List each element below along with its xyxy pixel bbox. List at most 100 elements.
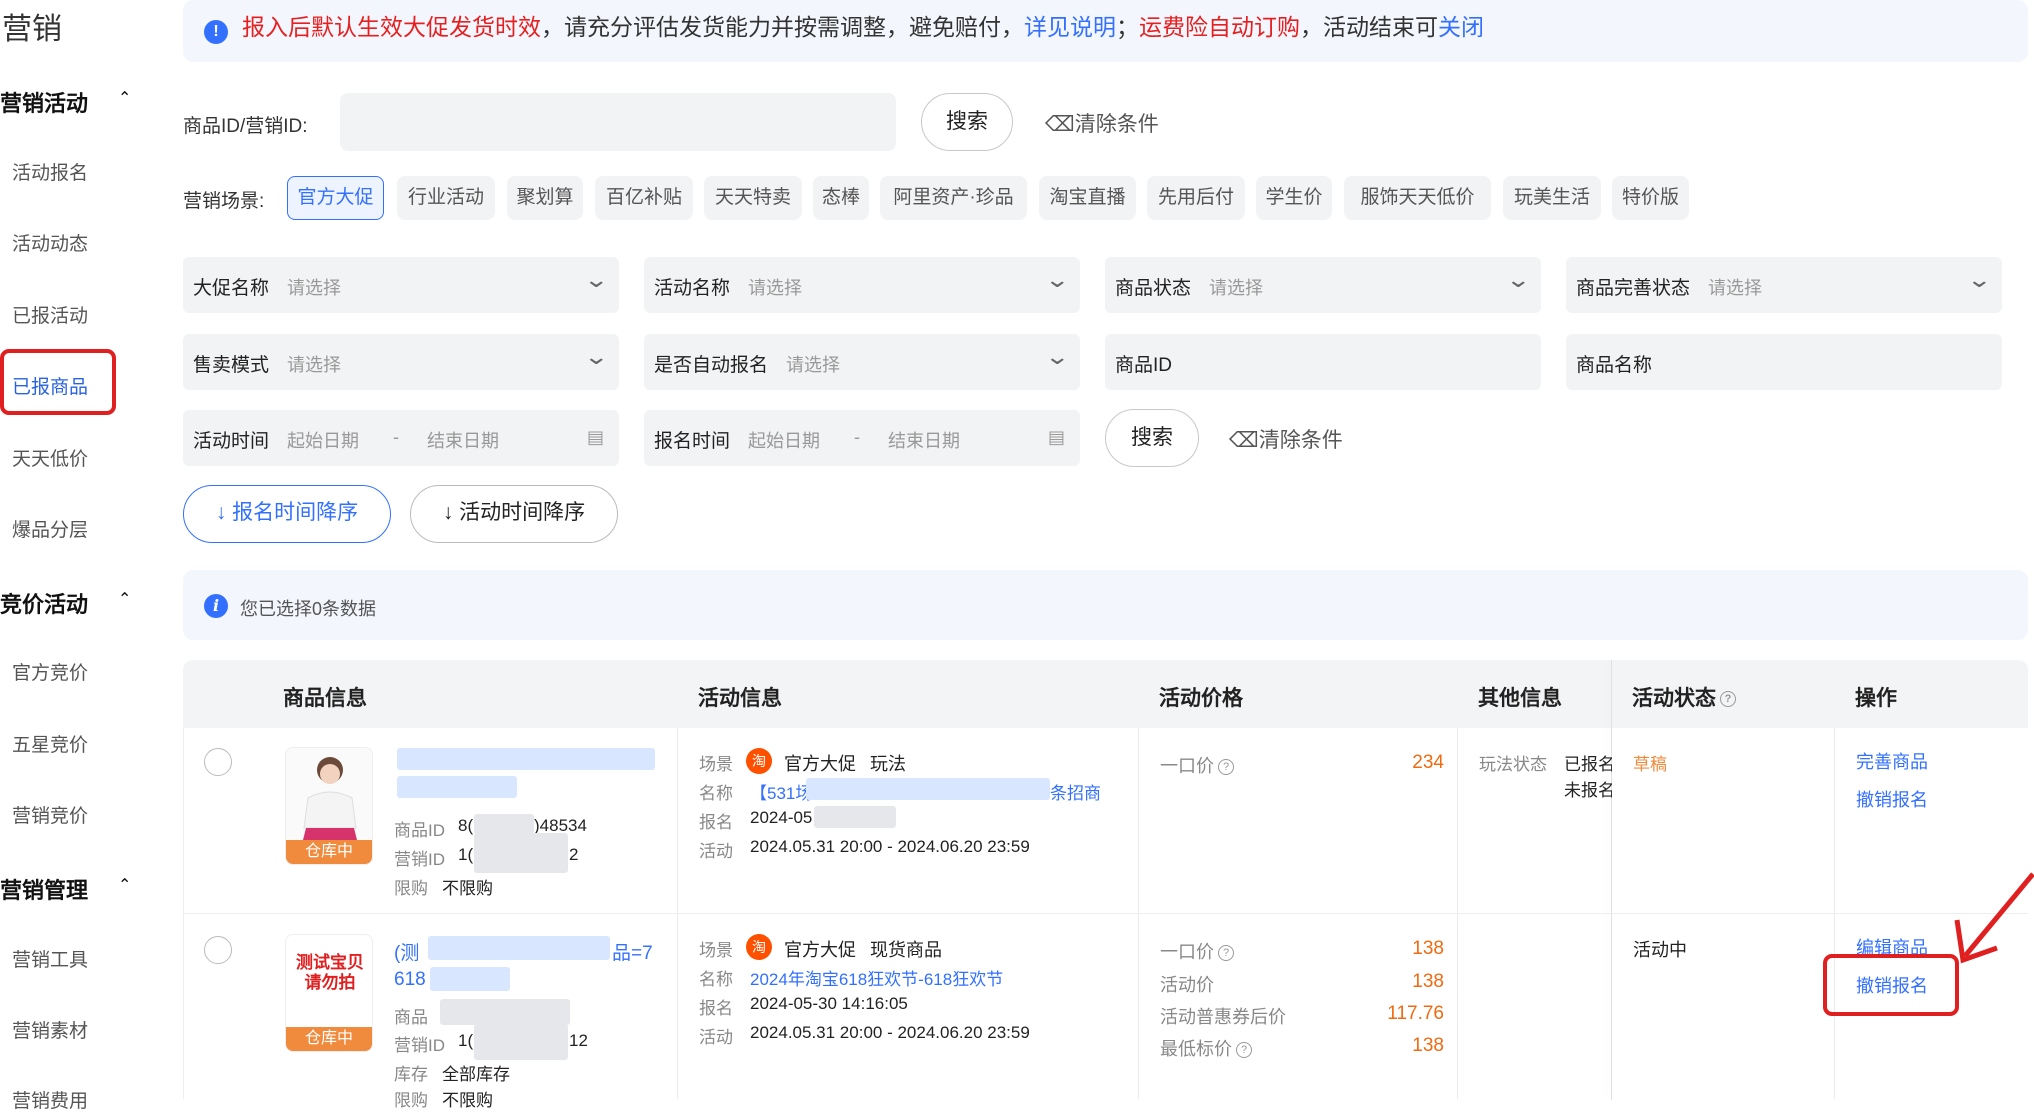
activity-name-link[interactable]: 【531场 bbox=[750, 779, 812, 804]
help-icon[interactable]: ? bbox=[1218, 945, 1234, 962]
clear-conditions-button[interactable]: ⌫清除条件 bbox=[1045, 108, 1159, 138]
scene-chip-student[interactable]: 学生价 bbox=[1256, 176, 1332, 220]
item-status-label: 商品状态 bbox=[1115, 278, 1192, 299]
status-badge: 活动中 bbox=[1633, 940, 1687, 960]
scene-chip-ali-assets[interactable]: 阿里资产·珍品 bbox=[880, 176, 1027, 220]
filter-search-button[interactable]: 搜索 bbox=[1105, 409, 1199, 467]
activity-name-select[interactable]: 活动名称 请选择 ⌄ bbox=[644, 257, 1080, 313]
signup-time-end[interactable]: 结束日期 bbox=[888, 427, 960, 453]
sidebar: 营销 营销活动 ⌃ 活动报名 活动动态 已报活动 已报商品 天天低价 爆品分层 … bbox=[0, 0, 150, 1112]
help-icon[interactable]: ? bbox=[1218, 759, 1234, 776]
scene-chip-special-edition[interactable]: 特价版 bbox=[1612, 176, 1689, 220]
item-title-redacted[interactable] bbox=[397, 776, 517, 798]
chevron-up-icon[interactable]: ⌃ bbox=[118, 589, 131, 609]
sale-mode-label: 售卖模式 bbox=[193, 355, 270, 376]
sidebar-group-bidding[interactable]: 竞价活动 bbox=[0, 587, 88, 619]
scene-chip-taibang[interactable]: 态棒 bbox=[813, 176, 869, 220]
sort-activity-time-desc-button[interactable]: ↓ 活动时间降序 bbox=[410, 485, 618, 543]
help-icon[interactable]: ? bbox=[1720, 691, 1736, 708]
row-select-radio[interactable] bbox=[204, 748, 232, 776]
item-title-redacted[interactable] bbox=[430, 967, 510, 991]
sort-signup-time-desc-button[interactable]: ↓ 报名时间降序 bbox=[183, 485, 391, 543]
item-complete-label: 商品完善状态 bbox=[1576, 278, 1691, 299]
sidebar-item-marketing-bidding[interactable]: 营销竞价 bbox=[12, 801, 88, 828]
calendar-icon[interactable]: ▤ bbox=[1048, 427, 1065, 448]
item-thumbnail[interactable]: 仓库中 bbox=[285, 747, 373, 865]
activity-name-link[interactable]: 2024年淘宝618狂欢节-618狂欢节 bbox=[750, 965, 1003, 990]
complete-item-link[interactable]: 完善商品 bbox=[1856, 748, 1928, 774]
item-title-line2[interactable]: 618 bbox=[394, 969, 426, 991]
price-value: 234 bbox=[1412, 752, 1444, 773]
notice-close-link[interactable]: 关闭 bbox=[1438, 14, 1484, 40]
help-icon[interactable]: ? bbox=[1236, 1042, 1252, 1059]
promo-name-select[interactable]: 大促名称 请选择 ⌄ bbox=[183, 257, 619, 313]
play-status-value-2: 未报名 bbox=[1564, 781, 1612, 800]
item-thumbnail[interactable]: 测试宝贝请勿拍 仓库中 bbox=[285, 934, 373, 1052]
chevron-up-icon[interactable]: ⌃ bbox=[118, 88, 131, 108]
row-select-radio[interactable] bbox=[204, 936, 232, 964]
item-id-label: 商品 bbox=[394, 1008, 428, 1027]
sidebar-item-activity-signup[interactable]: 活动报名 bbox=[12, 158, 88, 185]
activity-name-link-end[interactable]: 条招商 bbox=[1050, 779, 1101, 804]
scene-chip-juhuasuan[interactable]: 聚划算 bbox=[507, 176, 583, 220]
activity-name-label: 活动名称 bbox=[654, 278, 731, 299]
filter-clear-button[interactable]: ⌫清除条件 bbox=[1229, 424, 1343, 454]
item-name-input[interactable]: 商品名称 bbox=[1566, 334, 2002, 390]
marketing-id-redacted bbox=[474, 1024, 568, 1060]
scene-chip-official-promo[interactable]: 官方大促 bbox=[287, 176, 384, 220]
notice-details-link[interactable]: 详见说明 bbox=[1024, 14, 1116, 40]
sidebar-item-five-star-bidding[interactable]: 五星竞价 bbox=[12, 730, 88, 757]
sidebar-item-hot-item-tiers[interactable]: 爆品分层 bbox=[12, 515, 88, 542]
id-search-input[interactable] bbox=[340, 93, 896, 151]
sidebar-item-marketing-materials[interactable]: 营销素材 bbox=[12, 1016, 88, 1043]
sidebar-item-marketing-fees[interactable]: 营销费用 bbox=[12, 1086, 88, 1113]
item-id-redacted bbox=[440, 999, 570, 1025]
scene-chip-beauty-life[interactable]: 玩美生活 bbox=[1503, 176, 1601, 220]
search-button[interactable]: 搜索 bbox=[921, 93, 1013, 151]
scene-chip-subsidy[interactable]: 百亿补贴 bbox=[595, 176, 693, 220]
scene-chip-daily-special[interactable]: 天天特卖 bbox=[704, 176, 802, 220]
item-title-link[interactable]: (测 bbox=[394, 938, 419, 965]
chevron-down-icon: ⌄ bbox=[1965, 267, 1992, 292]
signup-label: 报名 bbox=[699, 999, 733, 1018]
activity-time-label: 活动 bbox=[699, 1028, 733, 1047]
calendar-icon[interactable]: ▤ bbox=[587, 427, 604, 448]
taobao-icon: 淘 bbox=[746, 934, 772, 960]
item-title-redacted[interactable] bbox=[397, 748, 655, 770]
sidebar-group-marketing-activities[interactable]: 营销活动 bbox=[0, 86, 88, 118]
marketing-id-tail: 12 bbox=[569, 1031, 588, 1050]
sidebar-item-signed-activities[interactable]: 已报活动 bbox=[12, 301, 88, 328]
item-title-redacted[interactable] bbox=[428, 936, 610, 960]
price-label: 一口价? bbox=[1160, 938, 1234, 964]
header-activity-status-label: 活动状态 bbox=[1632, 687, 1716, 710]
cancel-signup-link[interactable]: 撤销报名 bbox=[1856, 786, 1928, 812]
sidebar-group-marketing-management[interactable]: 营销管理 bbox=[0, 873, 88, 905]
activity-time-end[interactable]: 结束日期 bbox=[427, 427, 499, 453]
item-complete-select[interactable]: 商品完善状态 请选择 ⌄ bbox=[1566, 257, 2002, 313]
sidebar-item-marketing-tools[interactable]: 营销工具 bbox=[12, 945, 88, 972]
scene-type: 现货商品 bbox=[870, 940, 942, 960]
scene-label: 场景 bbox=[699, 755, 733, 774]
chevron-up-icon[interactable]: ⌃ bbox=[118, 875, 131, 895]
item-title-end[interactable]: 品=7 bbox=[612, 938, 653, 965]
activity-time-label: 活动 bbox=[699, 842, 733, 861]
sale-mode-select[interactable]: 售卖模式 请选择 ⌄ bbox=[183, 334, 619, 390]
signup-time-range[interactable]: 报名时间 起始日期 - 结束日期 ▤ bbox=[644, 410, 1080, 466]
scene-chip-apparel-low[interactable]: 服饰天天低价 bbox=[1344, 176, 1491, 220]
stock-label: 库存 bbox=[394, 1065, 428, 1084]
activity-time-range[interactable]: 活动时间 起始日期 - 结束日期 ▤ bbox=[183, 410, 619, 466]
price-label: 最低标价? bbox=[1160, 1035, 1252, 1061]
signup-time-start[interactable]: 起始日期 bbox=[748, 427, 820, 453]
auto-signup-select[interactable]: 是否自动报名 请选择 ⌄ bbox=[644, 334, 1080, 390]
item-status-select[interactable]: 商品状态 请选择 ⌄ bbox=[1105, 257, 1541, 313]
sidebar-item-official-bidding[interactable]: 官方竞价 bbox=[12, 658, 88, 685]
scene-chip-pay-later[interactable]: 先用后付 bbox=[1147, 176, 1245, 220]
scene-chip-industry[interactable]: 行业活动 bbox=[397, 176, 495, 220]
item-id-input[interactable]: 商品ID bbox=[1105, 334, 1541, 390]
signup-redacted bbox=[814, 806, 896, 828]
scene-chip-taobao-live[interactable]: 淘宝直播 bbox=[1039, 176, 1136, 220]
sort-activity-label: 活动时间降序 bbox=[459, 501, 586, 524]
sidebar-item-daily-low-price[interactable]: 天天低价 bbox=[12, 444, 88, 471]
sidebar-item-activity-updates[interactable]: 活动动态 bbox=[12, 229, 88, 256]
activity-time-start[interactable]: 起始日期 bbox=[287, 427, 359, 453]
